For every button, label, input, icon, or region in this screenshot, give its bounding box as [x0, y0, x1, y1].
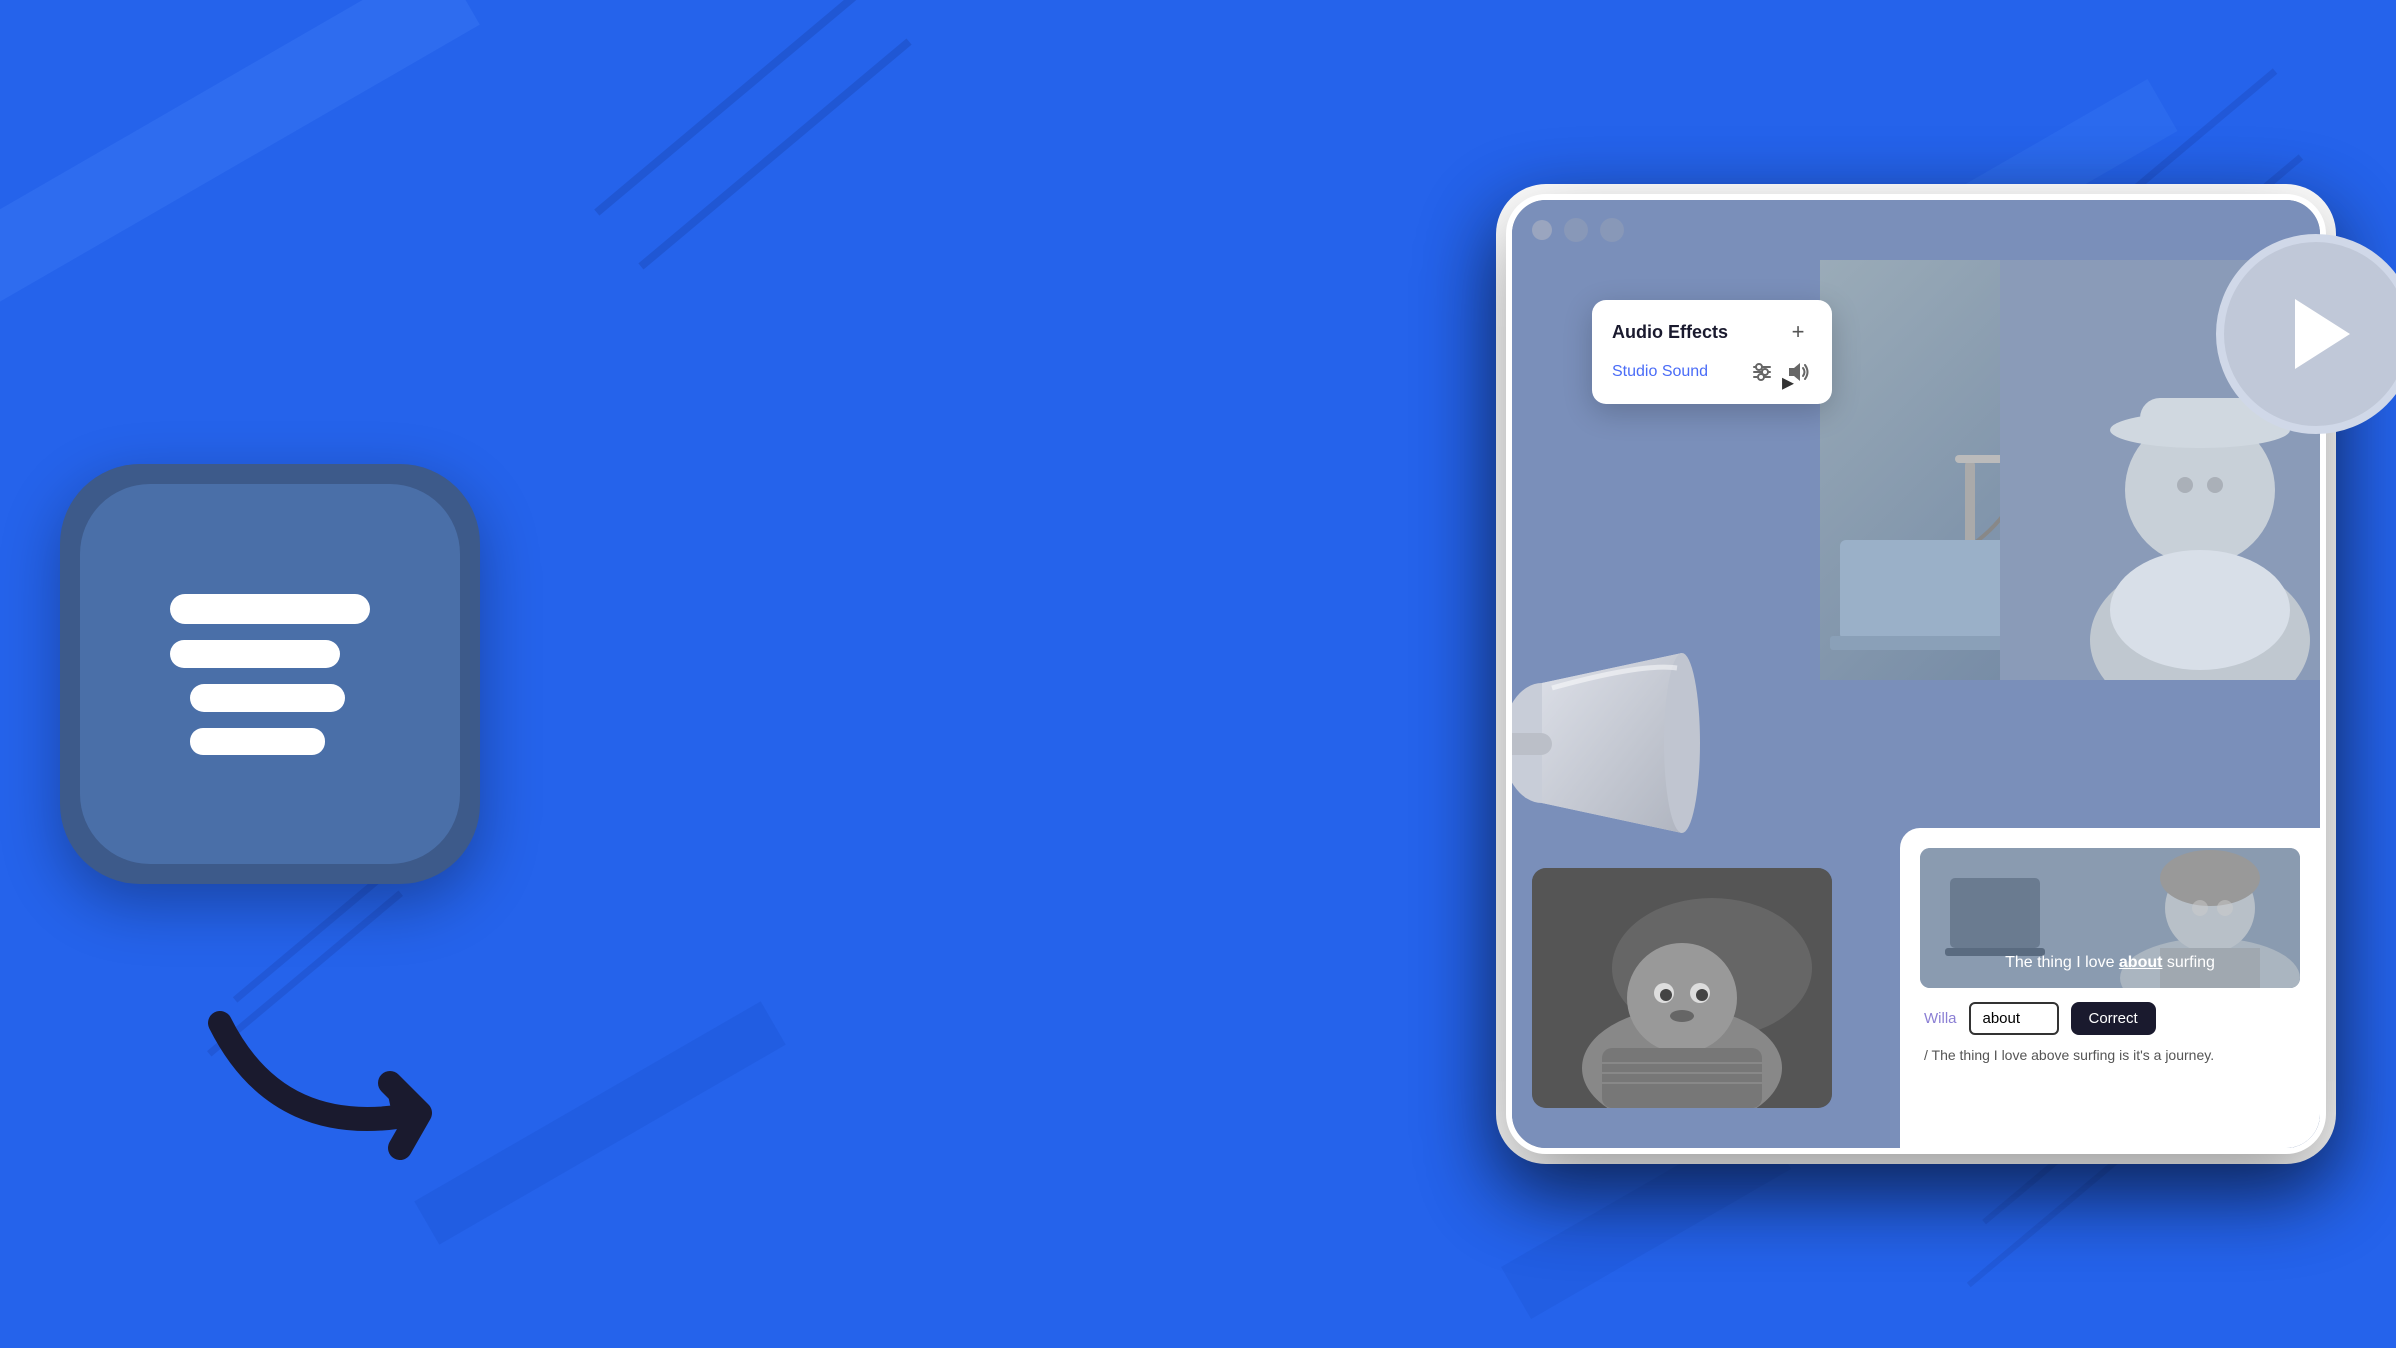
subtitle-correction-panel: The thing I love about surfing Willa Cor… — [1900, 828, 2320, 1148]
app-icon-wrapper — [60, 464, 480, 884]
bg-stripe-1 — [0, 0, 480, 325]
arrow-section — [200, 963, 480, 1188]
titlebar-dot-yellow — [1564, 218, 1588, 242]
audio-effects-popup: Audio Effects + Studio Sound — [1592, 300, 1832, 404]
megaphone-3d — [1512, 643, 1702, 848]
transcript-text: / The thing I love above surfing is it's… — [1924, 1045, 2296, 1066]
left-section — [60, 464, 480, 884]
titlebar-dot-green — [1600, 218, 1624, 242]
deco-line-1 — [594, 0, 906, 216]
left-video-area — [1532, 868, 1832, 1108]
mouse-cursor: ▸ — [1782, 368, 1794, 397]
add-audio-effect-button[interactable]: + — [1784, 318, 1812, 346]
app-icon-logo — [150, 574, 390, 774]
subtitle-after: surfing — [2162, 954, 2214, 971]
right-section: Audio Effects + Studio Sound — [1496, 184, 2336, 1164]
correction-input[interactable] — [1969, 1002, 2059, 1035]
correct-button[interactable]: Correct — [2071, 1002, 2156, 1035]
sliders-icon[interactable] — [1748, 358, 1776, 386]
subtitle-before: The thing I love — [2005, 954, 2119, 971]
studio-sound-controls — [1748, 358, 1812, 386]
window-titlebar — [1512, 200, 2320, 260]
audio-effects-header: Audio Effects + — [1612, 318, 1812, 346]
studio-sound-label: Studio Sound — [1612, 363, 1708, 381]
subtitle-highlight: about — [2119, 954, 2163, 971]
window-content: Audio Effects + Studio Sound — [1512, 260, 2320, 1148]
audio-effects-title: Audio Effects — [1612, 322, 1728, 343]
arrow-icon — [200, 963, 480, 1183]
laptop-screen — [1840, 540, 2020, 640]
titlebar-dot-red — [1532, 220, 1552, 240]
megaphone-svg — [1512, 643, 1702, 843]
person-video-svg — [1532, 868, 1832, 1108]
transcript-area: Willa Correct / The thing I love above s… — [1920, 1002, 2300, 1066]
subtitle-video-area: The thing I love about surfing — [1920, 848, 2300, 988]
subtitle-text-overlay: The thing I love about surfing — [1920, 954, 2300, 972]
deco-line-2 — [638, 38, 911, 269]
app-icon-inner — [80, 484, 460, 864]
play-triangle-icon — [2295, 299, 2350, 369]
transcript-correction-row: Willa Correct — [1924, 1002, 2296, 1035]
speaker-name: Willa — [1924, 1010, 1957, 1027]
app-window-frame: Audio Effects + Studio Sound — [1496, 184, 2336, 1164]
app-window: Audio Effects + Studio Sound — [1506, 194, 2326, 1154]
